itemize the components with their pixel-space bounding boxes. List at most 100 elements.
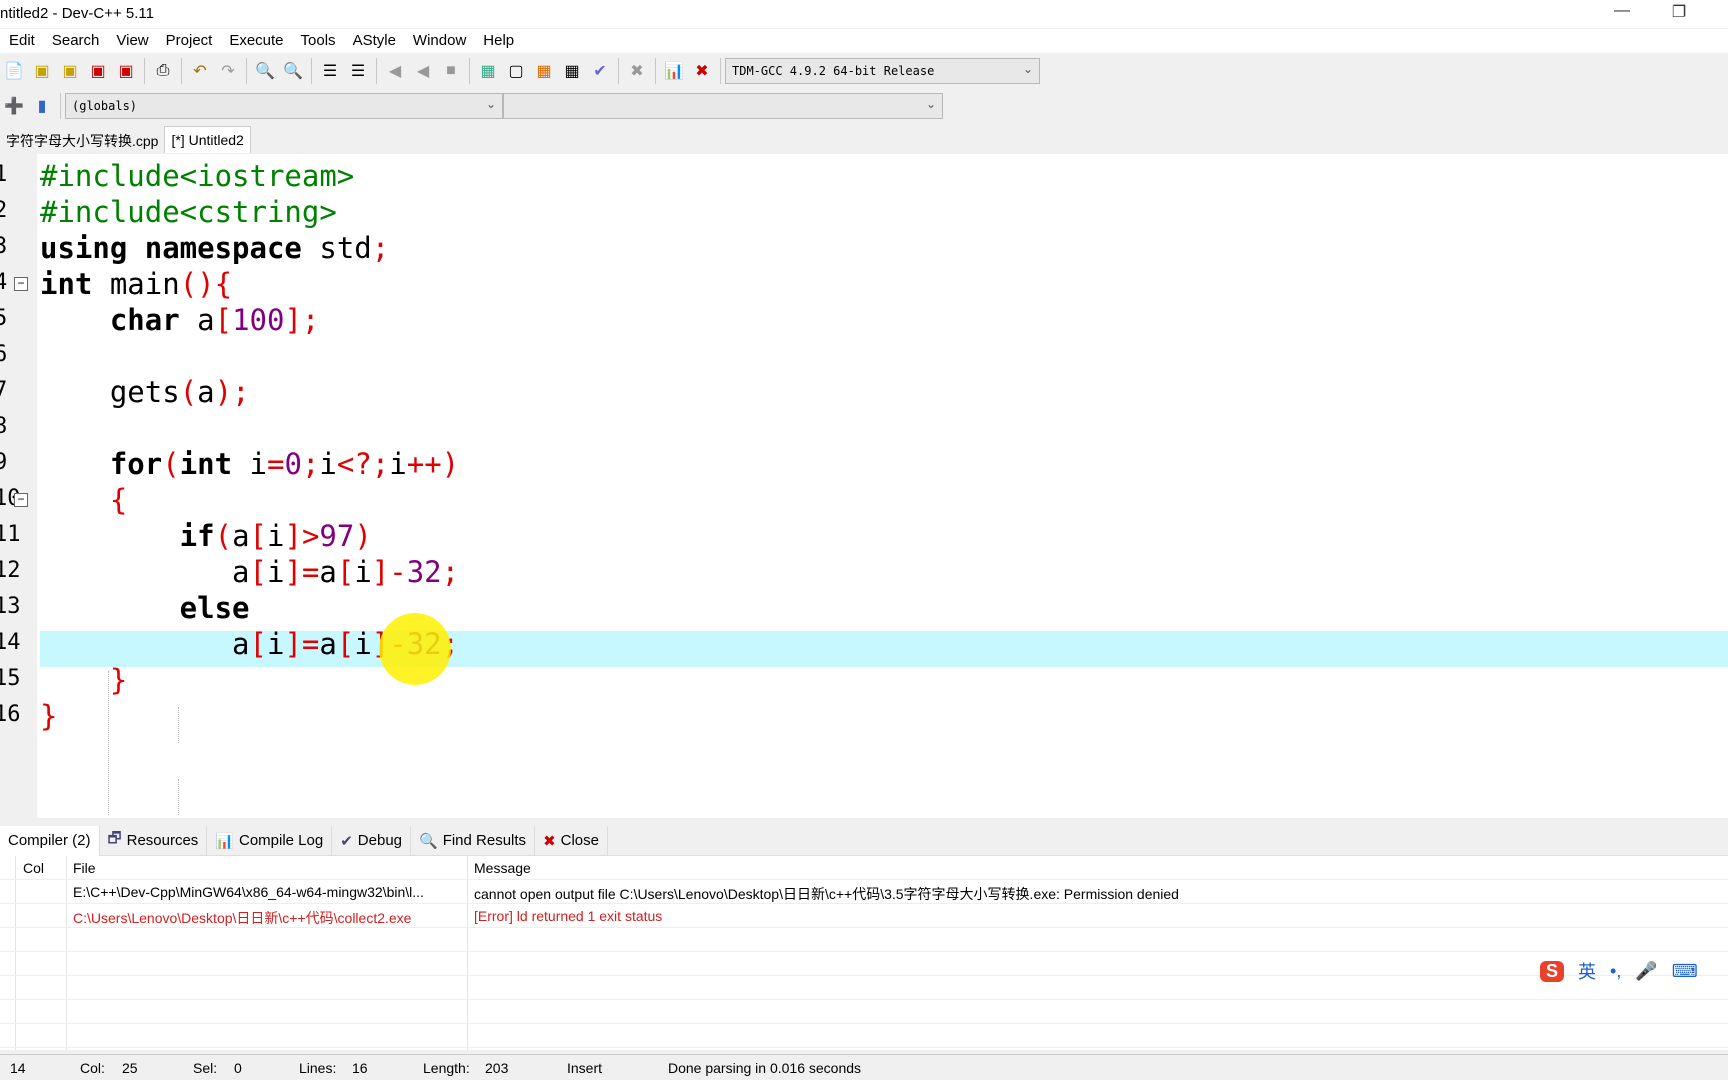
code-token: using namespace	[40, 231, 302, 265]
window-title: ntitled2 - Dev-C++ 5.11	[0, 5, 154, 22]
profile-delete-icon[interactable]: ✖	[690, 59, 714, 83]
code-token: ]>	[284, 519, 320, 553]
table-row	[0, 976, 1728, 1000]
menu-search[interactable]: Search	[43, 29, 108, 53]
status-col: 25	[122, 1060, 138, 1076]
tab-close[interactable]: ✖ Close	[535, 825, 608, 856]
indent-icon[interactable]: ☰	[318, 59, 342, 83]
chart-icon[interactable]: 📊	[662, 59, 686, 83]
undo-icon[interactable]: ↶	[188, 59, 212, 83]
menu-view[interactable]: View	[107, 29, 156, 53]
code-token: );	[214, 375, 250, 409]
status-message: Done parsing in 0.016 seconds	[668, 1060, 862, 1076]
keyboard-icon[interactable]: ⌨	[1672, 961, 1698, 982]
code-token: std	[301, 231, 372, 265]
microphone-icon[interactable]: 🎤	[1635, 961, 1657, 982]
rebuild-icon[interactable]: ▦	[560, 59, 584, 83]
restore-button[interactable]: ❐	[1664, 2, 1694, 22]
menu-astyle[interactable]: AStyle	[344, 29, 404, 53]
code-token: {	[40, 483, 128, 517]
print-icon[interactable]: ⎙	[151, 59, 175, 83]
new-file-icon[interactable]: 📄	[2, 59, 26, 83]
menu-tools[interactable]: Tools	[292, 29, 344, 53]
fold-toggle-icon[interactable]: −	[14, 277, 28, 291]
line-number: 3	[0, 234, 8, 259]
line-number: 6	[0, 342, 8, 367]
code-line: for(int i=0;i<?;i++)	[40, 446, 459, 482]
code-line: #include<cstring>	[40, 194, 337, 230]
code-editor[interactable]: 12345678910111213141516−− #include<iostr…	[0, 154, 1728, 818]
goto-back-icon[interactable]: ◀	[383, 59, 407, 83]
file-tab[interactable]: [*] Untitled2	[164, 126, 251, 153]
save-icon[interactable]: ▣	[30, 59, 54, 83]
table-row	[0, 1024, 1728, 1048]
chevron-down-icon: ⌄	[485, 97, 496, 111]
status-sel: 0	[234, 1060, 242, 1076]
syntax-check-icon[interactable]: ✔	[588, 59, 612, 83]
line-number: 12	[0, 558, 21, 583]
minimize-button[interactable]: —	[1607, 2, 1637, 20]
ime-punctuation[interactable]: •,	[1610, 961, 1621, 982]
bookmark-icon[interactable]: ■	[439, 59, 463, 83]
close-icon: ✖	[543, 832, 556, 850]
stop-icon[interactable]: ✖	[625, 59, 649, 83]
insert-icon[interactable]: ➕	[2, 94, 26, 118]
code-token: #include<iostream>	[40, 159, 355, 193]
file-cell: C:\Users\Lenovo\Desktop\日日新\c++代码\collec…	[73, 910, 412, 926]
compile-run-icon[interactable]: ▦	[532, 59, 556, 83]
tab-debug[interactable]: ✔ Debug	[332, 825, 411, 856]
goto-forward-icon[interactable]: ◀	[411, 59, 435, 83]
compile-icon[interactable]: ▦	[476, 59, 500, 83]
close-all-icon[interactable]: ▣	[114, 59, 138, 83]
find-icon[interactable]: 🔍	[253, 59, 277, 83]
table-row	[0, 928, 1728, 952]
status-mode: Insert	[567, 1060, 603, 1076]
menu-help[interactable]: Help	[474, 29, 522, 53]
code-token: )	[354, 519, 372, 553]
ime-toolbar[interactable]: S 英 •, 🎤 ⌨	[1540, 958, 1698, 984]
status-lines-label: Lines:	[299, 1060, 337, 1076]
ime-language[interactable]: 英	[1578, 958, 1596, 984]
menu-window[interactable]: Window	[404, 29, 474, 53]
tab-find-results[interactable]: 🔍 Find Results	[411, 825, 536, 856]
tab-compile-log[interactable]: 📊 Compile Log	[207, 825, 333, 856]
code-token: 100	[232, 303, 285, 337]
code-token: ;	[441, 555, 460, 589]
replace-icon[interactable]: 🔍	[281, 59, 305, 83]
chart-icon: 📊	[215, 832, 234, 850]
line-number: 9	[0, 450, 8, 475]
menu-project[interactable]: Project	[157, 29, 221, 53]
tab-label: Resources	[126, 832, 199, 849]
col-header: Col	[23, 860, 45, 876]
tab-compiler[interactable]: Compiler (2)	[0, 825, 100, 856]
sogou-logo-icon: S	[1540, 960, 1565, 982]
cursor-highlight	[379, 613, 451, 685]
code-line: else	[40, 590, 250, 626]
line-number: 5	[0, 306, 8, 331]
close-file-icon[interactable]: ▣	[86, 59, 110, 83]
find-icon: 🔍	[419, 832, 438, 850]
file-tab[interactable]: 字符字母大小写转换.cpp	[0, 126, 164, 153]
status-col-label: Col:	[80, 1060, 105, 1076]
save-all-icon[interactable]: ▣	[58, 59, 82, 83]
code-token: =	[267, 447, 285, 481]
code-token: a	[232, 519, 250, 553]
resources-icon: 🗗	[107, 830, 122, 847]
tab-resources[interactable]: 🗗 Resources	[100, 825, 208, 856]
table-row[interactable]: E:\C++\Dev-Cpp\MinGW64\x86_64-w64-mingw3…	[0, 880, 1728, 904]
menu-edit[interactable]: Edit	[0, 29, 43, 53]
member-select[interactable]: ⌄	[503, 93, 943, 119]
fold-toggle-icon[interactable]: −	[14, 493, 28, 507]
toggle-bookmark-icon[interactable]: ▮	[30, 94, 54, 118]
run-icon[interactable]: ▢	[504, 59, 528, 83]
unindent-icon[interactable]: ☰	[346, 59, 370, 83]
table-row[interactable]: C:\Users\Lenovo\Desktop\日日新\c++代码\collec…	[0, 904, 1728, 928]
code-token: [	[214, 303, 233, 337]
table-header: Col File Message	[0, 856, 1728, 880]
scope-select[interactable]: (globals) ⌄	[65, 93, 503, 119]
menu-execute[interactable]: Execute	[220, 29, 291, 53]
code-token: a	[40, 627, 250, 661]
table-row	[0, 952, 1728, 976]
redo-icon[interactable]: ↷	[216, 59, 240, 83]
compiler-select[interactable]: TDM-GCC 4.9.2 64-bit Release ⌄	[725, 58, 1040, 84]
